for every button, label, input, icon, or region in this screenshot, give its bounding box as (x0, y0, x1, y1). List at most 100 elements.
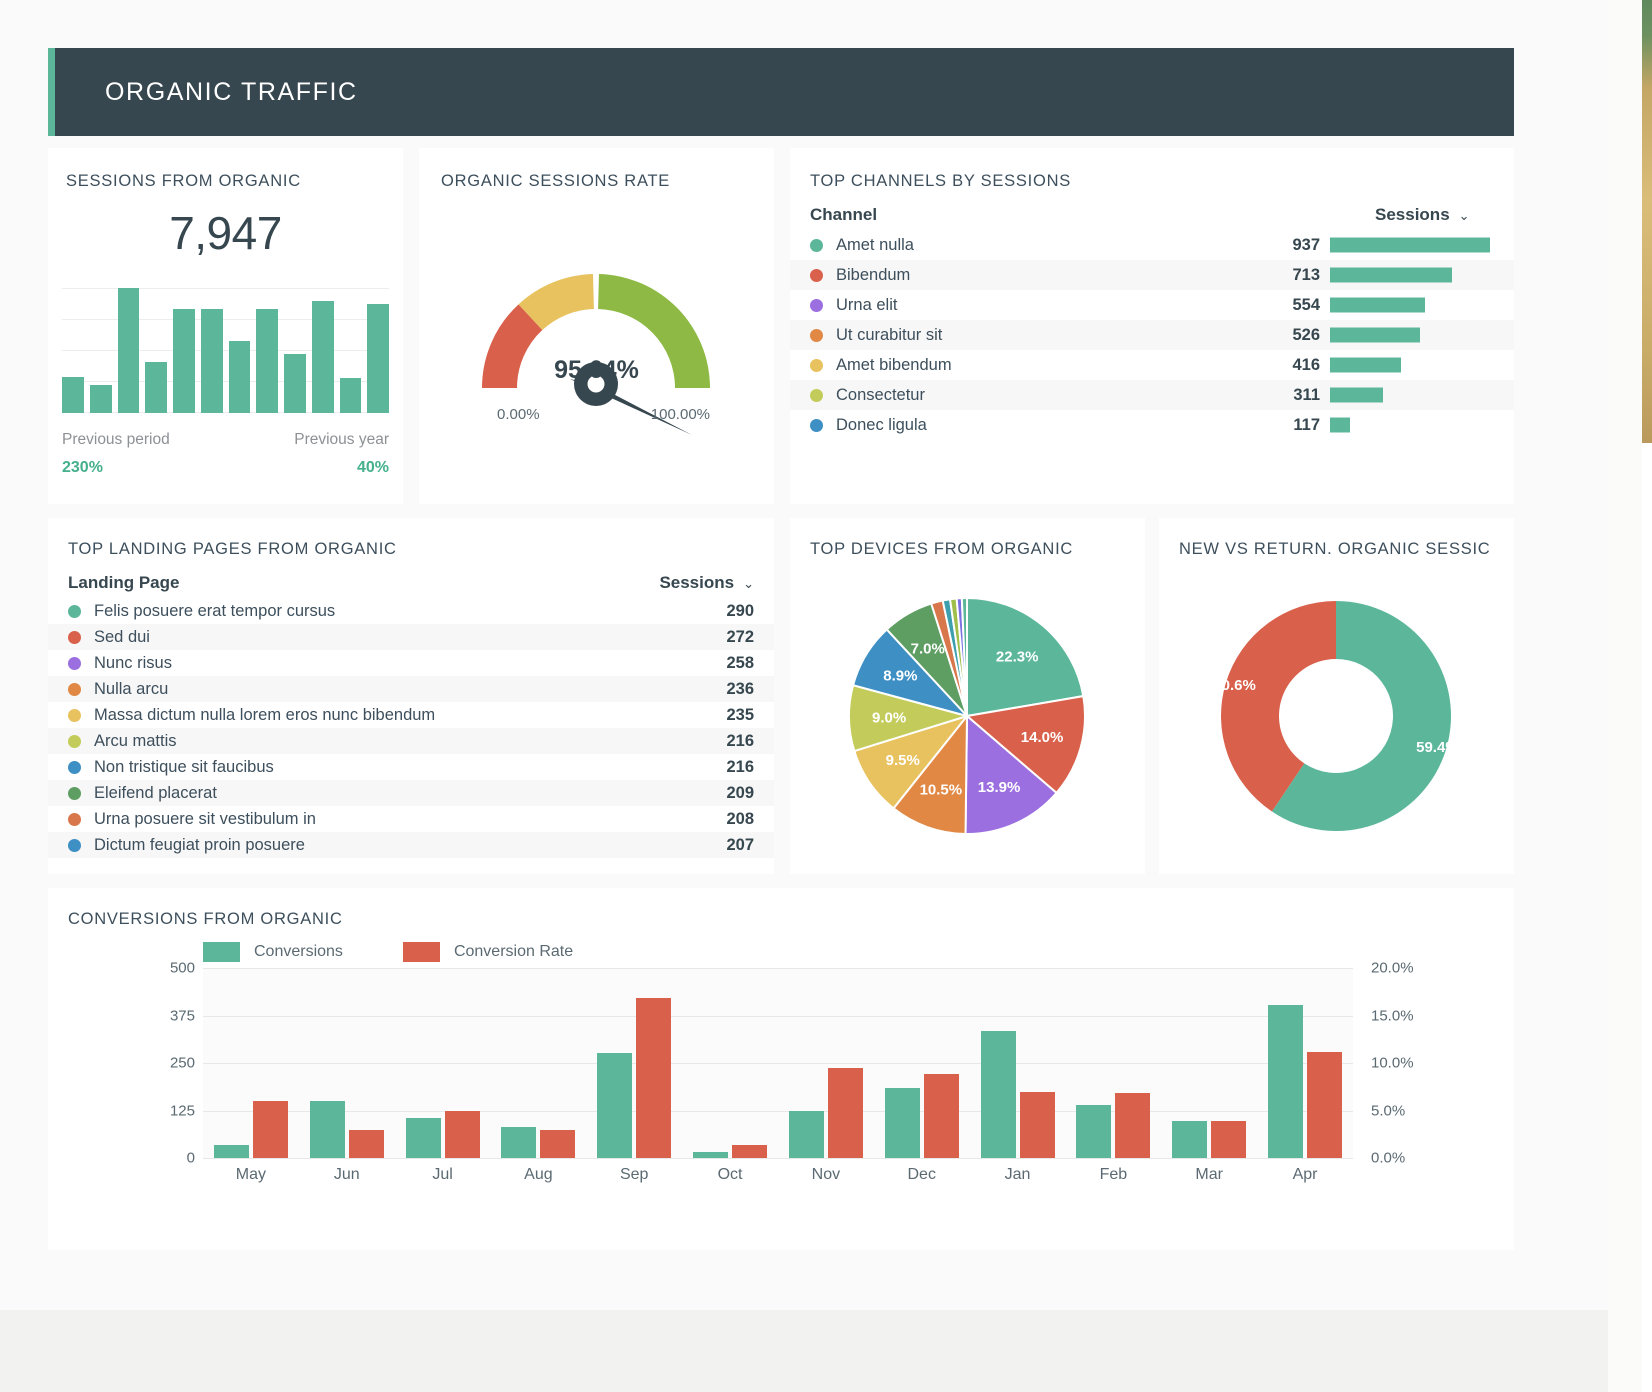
table-row[interactable]: Non tristique sit faucibus 216 (48, 754, 774, 780)
bar-conversion-rate[interactable] (636, 998, 672, 1158)
devices-pie-chart: 22.3% 14.0% 13.9% 10.5%9.5% 9.0% 8.9% 7.0% (848, 596, 1086, 836)
x-axis-label: Aug (524, 1166, 553, 1183)
table-row[interactable]: Bibendum 713 (790, 260, 1514, 290)
landing-page-sessions-value: 216 (726, 757, 754, 776)
pie-slice-label: 8.9% (883, 668, 917, 685)
bar-conversion-rate[interactable] (1019, 1091, 1055, 1158)
bar-conversion-rate[interactable] (1211, 1120, 1247, 1158)
landing-page-name: Eleifend placerat (94, 783, 217, 802)
bar-conversions[interactable] (309, 1101, 345, 1158)
bar-group (395, 968, 491, 1158)
bar-conversion-rate[interactable] (827, 1067, 863, 1158)
channel-name: Consectetur (836, 385, 925, 404)
table-row[interactable]: Dictum feugiat proin posuere 207 (48, 832, 774, 858)
table-row[interactable]: Arcu mattis 216 (48, 728, 774, 754)
table-row[interactable]: Urna posuere sit vestibulum in 208 (48, 806, 774, 832)
bar-conversions[interactable] (597, 1052, 633, 1158)
chevron-down-icon[interactable]: ⌄ (1459, 208, 1470, 223)
donut-slice-label: 59.4% (1416, 739, 1459, 756)
table-row[interactable]: Ut curabitur sit 526 (790, 320, 1514, 350)
x-axis-label: Mar (1195, 1166, 1223, 1183)
bar-conversions[interactable] (1172, 1121, 1208, 1158)
dashboard-header: ORGANIC TRAFFIC (48, 48, 1514, 136)
card-conversions-from-organic: CONVERSIONS FROM ORGANIC Conversions Conv… (48, 888, 1514, 1250)
bar-conversions[interactable] (501, 1126, 537, 1158)
bar-conversion-rate[interactable] (1115, 1093, 1151, 1158)
bar-conversions[interactable] (1076, 1104, 1112, 1158)
landing-page-name: Sed dui (94, 627, 150, 646)
bar-conversion-rate[interactable] (348, 1129, 384, 1158)
bar-conversion-rate[interactable] (444, 1110, 480, 1158)
previous-year-value: 40% (356, 459, 389, 476)
bar-conversion-rate[interactable] (732, 1144, 768, 1158)
landing-page-name: Nulla arcu (94, 679, 169, 698)
page-title: ORGANIC TRAFFIC (105, 77, 358, 106)
column-header-sessions[interactable]: Sessions ⌄ (634, 573, 754, 593)
bar-group (490, 968, 586, 1158)
table-row[interactable]: Eleifend placerat 209 (48, 780, 774, 806)
y-axis-tick-right: 5.0% (1371, 1102, 1406, 1119)
table-row[interactable]: Sed dui 272 (48, 624, 774, 650)
series-color-dot (810, 358, 823, 372)
chevron-down-icon[interactable]: ⌄ (743, 576, 754, 591)
bar-conversion-rate[interactable] (540, 1130, 576, 1158)
landing-page-sessions-value: 236 (726, 679, 754, 698)
legend-item[interactable]: Conversion Rate (402, 942, 573, 962)
series-color-dot (68, 838, 81, 852)
gridline (203, 1158, 1353, 1159)
card-title-top-channels: TOP CHANNELS BY SESSIONS (810, 172, 1072, 190)
y-axis-tick-right: 0.0% (1371, 1149, 1406, 1167)
table-row[interactable]: Nulla arcu 236 (48, 676, 774, 702)
channel-sessions-value: 416 (1292, 355, 1320, 374)
card-organic-sessions-rate: ORGANIC SESSIONS RATE 95.64% 0.00% 100.0… (419, 148, 774, 504)
new-vs-returning-donut-chart: 59.4% 40.6% (1213, 601, 1459, 831)
bar-conversions[interactable] (884, 1087, 920, 1158)
bar-conversions[interactable] (1268, 1005, 1304, 1158)
gauge-min-label: 0.00% (497, 406, 540, 423)
top-landing-pages-table: Landing Page Sessions ⌄ Felis posuere era… (48, 568, 774, 858)
sessions-kpi-value: 7,947 (169, 207, 282, 259)
landing-page-name: Massa dictum nulla lorem eros nunc biben… (94, 705, 436, 724)
bar-group (874, 968, 970, 1158)
table-row[interactable]: Amet nulla 937 (790, 230, 1514, 260)
series-color-dot (68, 630, 81, 644)
column-header-sessions[interactable]: Sessions ⌄ (1290, 205, 1490, 225)
bar-conversions[interactable] (405, 1118, 441, 1158)
table-row[interactable]: Urna elit 554 (790, 290, 1514, 320)
bar-conversions[interactable] (788, 1110, 824, 1158)
bar-conversion-rate[interactable] (252, 1101, 288, 1158)
bar-group (970, 968, 1066, 1158)
sparkline-bar (311, 301, 334, 413)
series-color-dot (810, 418, 823, 432)
series-color-dot (810, 388, 823, 402)
bar-conversion-rate[interactable] (923, 1074, 959, 1158)
table-row[interactable]: Massa dictum nulla lorem eros nunc biben… (48, 702, 774, 728)
x-axis-label: Nov (811, 1166, 841, 1183)
legend-item[interactable]: Conversions (203, 942, 343, 962)
x-axis-label: May (235, 1166, 267, 1183)
channel-name: Donec ligula (836, 415, 927, 434)
bar-conversions[interactable] (213, 1144, 249, 1158)
bar-group (1161, 968, 1257, 1158)
table-row[interactable]: Donec ligula 117 (790, 410, 1514, 440)
table-row[interactable]: Amet bibendum 416 (790, 350, 1514, 380)
table-row[interactable]: Consectetur 311 (790, 380, 1514, 410)
top-channels-table: Channel Sessions ⌄ Amet nulla 937 Bibendum 7… (790, 200, 1514, 440)
page-scrollbar-track[interactable] (1642, 0, 1652, 1392)
pie-slice-label: 9.0% (872, 709, 906, 726)
bar-conversions[interactable] (693, 1152, 729, 1158)
channel-sessions-value: 526 (1292, 325, 1320, 344)
channel-bar-fill (1330, 357, 1402, 373)
series-color-dot (810, 238, 823, 252)
previous-year-label: Previous year (294, 431, 389, 448)
bar-conversions[interactable] (980, 1031, 1016, 1158)
table-row[interactable]: Felis posuere erat tempor cursus 290 (48, 598, 774, 624)
table-row[interactable]: Nunc risus 258 (48, 650, 774, 676)
page-scrollbar-thumb[interactable] (1642, 0, 1652, 443)
bar-conversion-rate[interactable] (1307, 1051, 1343, 1158)
series-color-dot (68, 760, 81, 774)
sparkline-bar (284, 353, 306, 413)
previous-period-label: Previous period (62, 431, 170, 448)
card-new-vs-returning-sessions: NEW VS RETURN. ORGANIC SESSIC 59.4% 40.6% (1159, 518, 1514, 874)
y-axis-tick-left: 125 (169, 1102, 195, 1119)
